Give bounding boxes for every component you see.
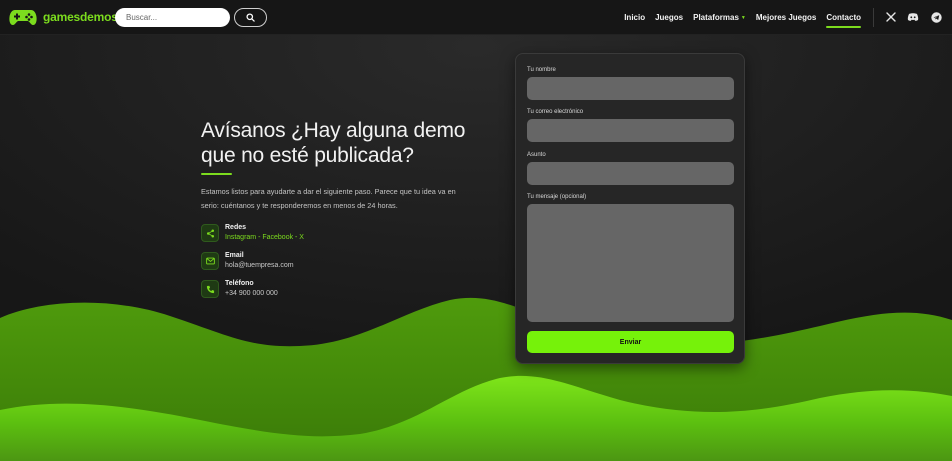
- brand-name: gamesdemos: [43, 10, 118, 24]
- send-button[interactable]: Enviar: [527, 331, 734, 353]
- contact-form: Tu nombre Tu correo electrónico Asunto T…: [515, 53, 745, 364]
- page-title-line1: Avísanos ¿Hay alguna demo: [201, 119, 466, 142]
- message-label: Tu mensaje (opcional): [527, 194, 587, 200]
- hero-description: Estamos listos para ayudarte a dar el si…: [201, 187, 456, 210]
- nav-divider: [873, 8, 874, 27]
- search-button[interactable]: [234, 8, 267, 27]
- subject-label: Asunto: [527, 152, 546, 158]
- social-links[interactable]: Instagram - Facebook - X: [225, 234, 304, 241]
- subject-field[interactable]: [527, 162, 734, 185]
- contact-phone-value[interactable]: +34 900 000 000: [225, 290, 278, 297]
- email-field[interactable]: [527, 119, 734, 142]
- nav-mejores-juegos[interactable]: Mejores Juegos: [756, 13, 816, 22]
- brand-logo[interactable]: gamesdemos: [8, 7, 118, 27]
- navbar: gamesdemos Inicio Juegos Plataformas▼ Me…: [0, 0, 952, 35]
- nav-juegos[interactable]: Juegos: [655, 13, 683, 22]
- contact-email-value[interactable]: hola@tuempresa.com: [225, 262, 294, 269]
- title-underline: [201, 173, 232, 175]
- contact-phone: Teléfono +34 900 000 000: [201, 280, 278, 298]
- contact-label: Redes: [225, 224, 247, 231]
- mail-icon: [201, 252, 219, 270]
- discord-icon[interactable]: [907, 11, 919, 23]
- nav-plataformas-label: Plataformas: [693, 13, 739, 22]
- contact-label: Teléfono: [225, 280, 254, 287]
- nav-contacto[interactable]: Contacto: [826, 13, 861, 28]
- contact-email: Email hola@tuempresa.com: [201, 252, 294, 270]
- contact-label: Email: [225, 252, 244, 259]
- message-field[interactable]: [527, 204, 734, 322]
- telegram-icon[interactable]: [930, 11, 942, 23]
- search-input[interactable]: [115, 8, 230, 27]
- search-icon: [246, 13, 255, 22]
- email-label: Tu correo electrónico: [527, 109, 584, 115]
- main-nav: Inicio Juegos Plataformas ▼ Mejores Juego…: [624, 0, 861, 35]
- gamepad-icon: [9, 10, 37, 25]
- share-icon: [201, 224, 219, 242]
- page-title: Avísanos ¿Hay alguna demo que no esté pu…: [201, 118, 501, 168]
- x-icon[interactable]: [885, 11, 897, 23]
- nav-plataformas[interactable]: Plataformas ▼: [693, 13, 746, 22]
- contact-redes: Redes Instagram - Facebook - X: [201, 224, 304, 242]
- nav-inicio[interactable]: Inicio: [624, 13, 645, 22]
- page-title-line2: que no esté publicada?: [201, 144, 414, 167]
- chevron-down-icon: ▼: [740, 14, 746, 21]
- name-label: Tu nombre: [527, 67, 556, 73]
- phone-icon: [201, 280, 219, 298]
- background-waves: [0, 0, 952, 461]
- name-field[interactable]: [527, 77, 734, 100]
